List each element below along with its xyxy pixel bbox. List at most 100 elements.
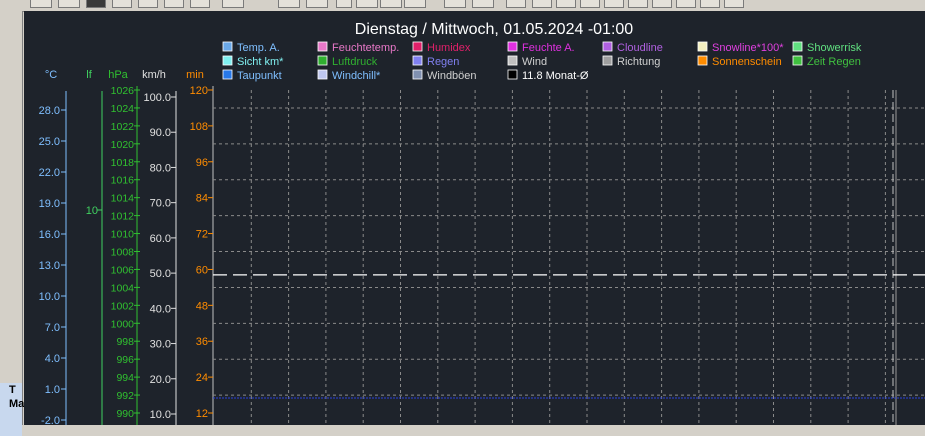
legend-swatch[interactable] bbox=[507, 55, 518, 66]
min-tick-label: 60 bbox=[196, 264, 208, 276]
legend-item-label[interactable]: Snowline*100* bbox=[712, 42, 784, 54]
hpa-tick-label: 1004 bbox=[111, 282, 135, 294]
legend-item-label[interactable]: Windböen bbox=[427, 70, 477, 82]
axis-unit-label: min bbox=[186, 69, 204, 81]
legend-item-label[interactable]: Temp. A. bbox=[237, 42, 280, 54]
min-tick-label: 12 bbox=[196, 408, 208, 420]
toolbar-new-button[interactable] bbox=[336, 0, 352, 8]
toolbar-forward-button[interactable] bbox=[306, 0, 328, 8]
hpa-tick-label: 1012 bbox=[111, 211, 135, 223]
toolbar-b1-button[interactable] bbox=[506, 0, 526, 8]
legend-item-label[interactable]: Windchill* bbox=[332, 70, 381, 82]
legend-swatch[interactable] bbox=[602, 55, 613, 66]
celsius-tick-label: 13.0 bbox=[39, 260, 60, 272]
legend-item-label[interactable]: Regen bbox=[427, 56, 459, 68]
toolbar-nav-prev-button[interactable] bbox=[58, 0, 80, 8]
legend-swatch[interactable] bbox=[317, 41, 328, 52]
min-tick-label: 36 bbox=[196, 336, 208, 348]
legend-swatch[interactable] bbox=[317, 55, 328, 66]
axis-unit-label: °C bbox=[45, 69, 57, 81]
toolbar-b9-button[interactable] bbox=[700, 0, 720, 8]
legend-item-label[interactable]: Showerrisk bbox=[807, 42, 862, 54]
legend-item-label[interactable]: Wind bbox=[522, 56, 547, 68]
toolbar-b5-button[interactable] bbox=[604, 0, 624, 8]
legend-swatch[interactable] bbox=[317, 69, 328, 80]
toolbar-nav-first-button[interactable] bbox=[30, 0, 52, 8]
legend-item-label[interactable]: Sonnenschein bbox=[712, 56, 782, 68]
legend-swatch[interactable] bbox=[412, 41, 423, 52]
legend-swatch[interactable] bbox=[697, 55, 708, 66]
toolbar-box1-button[interactable] bbox=[356, 0, 378, 8]
legend-item-label[interactable]: Sicht km* bbox=[237, 56, 284, 68]
celsius-tick-label: 10.0 bbox=[39, 291, 60, 303]
axis-unit-label: km/h bbox=[142, 69, 166, 81]
toolbar-b8-button[interactable] bbox=[676, 0, 696, 8]
hpa-tick-label: 996 bbox=[116, 354, 134, 366]
axis-unit-label: lf bbox=[86, 69, 92, 81]
legend-swatch[interactable] bbox=[507, 69, 518, 80]
legend-swatch[interactable] bbox=[697, 41, 708, 52]
toolbar-box3-button[interactable] bbox=[404, 0, 426, 8]
toolbar-minus-button[interactable] bbox=[164, 0, 184, 8]
legend-item-label[interactable]: Humidex bbox=[427, 42, 471, 54]
side-tab-label-1: T bbox=[9, 384, 16, 396]
min-tick-label: 24 bbox=[196, 372, 208, 384]
toolbar-record-button[interactable] bbox=[86, 0, 106, 8]
hpa-tick-label: 1016 bbox=[111, 175, 135, 187]
legend-item-label[interactable]: Taupunkt bbox=[237, 70, 282, 82]
toolbar-table-button[interactable] bbox=[138, 0, 158, 8]
toolbar-b10-button[interactable] bbox=[724, 0, 744, 8]
legend-swatch[interactable] bbox=[602, 41, 613, 52]
legend-swatch[interactable] bbox=[222, 69, 233, 80]
chart-title: Dienstag / Mittwoch, 01.05.2024 -01:00 bbox=[355, 21, 633, 38]
toolbar-box2-button[interactable] bbox=[380, 0, 402, 8]
toolbar-b6-button[interactable] bbox=[628, 0, 648, 8]
side-tab[interactable]: T Ma bbox=[0, 383, 24, 436]
celsius-tick-label: 25.0 bbox=[39, 136, 60, 148]
legend-item-label[interactable]: Zeit Regen bbox=[807, 56, 861, 68]
legend-item-label[interactable]: Cloudline bbox=[617, 42, 663, 54]
legend-item-label[interactable]: Luftdruck bbox=[332, 56, 378, 68]
legend-item-label[interactable]: Richtung bbox=[617, 56, 660, 68]
celsius-tick-label: 28.0 bbox=[39, 105, 60, 117]
legend-swatch[interactable] bbox=[412, 69, 423, 80]
legend-swatch[interactable] bbox=[222, 55, 233, 66]
chart-legend: Temp. A. Feuchtetemp. Humidex Feuchte A. Clo… bbox=[222, 41, 862, 82]
min-tick-label: 96 bbox=[196, 157, 208, 169]
kmh-tick-label: 80.0 bbox=[150, 162, 171, 174]
toolbar-doc-button[interactable] bbox=[190, 0, 210, 8]
legend-swatch[interactable] bbox=[507, 41, 518, 52]
legend-swatch[interactable] bbox=[792, 55, 803, 66]
toolbar-grid-button[interactable] bbox=[222, 0, 244, 8]
hpa-tick-label: 990 bbox=[116, 408, 134, 420]
legend-swatch[interactable] bbox=[412, 55, 423, 66]
min-tick-label: 48 bbox=[196, 300, 208, 312]
chart-axes: °C lf hPa km/h min 28.0 25.0 22.0 19.0 16.0 13.0 10… bbox=[39, 69, 214, 427]
hpa-tick-label: 1022 bbox=[111, 121, 135, 133]
toolbar-tbl1-button[interactable] bbox=[444, 0, 466, 8]
toolbar-b7-button[interactable] bbox=[652, 0, 672, 8]
hpa-tick-label: 1000 bbox=[111, 318, 135, 330]
legend-item-label[interactable]: Feuchte A. bbox=[522, 42, 575, 54]
toolbar-b3-button[interactable] bbox=[556, 0, 576, 8]
celsius-tick-label: 16.0 bbox=[39, 229, 60, 241]
legend-swatch[interactable] bbox=[222, 41, 233, 52]
hpa-tick-label: 1008 bbox=[111, 247, 135, 259]
celsius-tick-label: -2.0 bbox=[41, 415, 60, 425]
toolbar-b2-button[interactable] bbox=[532, 0, 552, 8]
toolbar-b4-button[interactable] bbox=[580, 0, 600, 8]
hpa-tick-label: 1020 bbox=[111, 139, 135, 151]
kmh-tick-label: 20.0 bbox=[150, 374, 171, 386]
kmh-tick-label: 90.0 bbox=[150, 127, 171, 139]
hpa-tick-label: 998 bbox=[116, 336, 134, 348]
celsius-tick-label: 4.0 bbox=[45, 353, 60, 365]
toolbar-tbl2-button[interactable] bbox=[472, 0, 494, 8]
hpa-tick-label: 1024 bbox=[111, 103, 135, 115]
weather-chart: Dienstag / Mittwoch, 01.05.2024 -01:00 T… bbox=[39, 21, 925, 432]
min-tick-label: 84 bbox=[196, 193, 208, 205]
legend-item-label[interactable]: Feuchtetemp. bbox=[332, 42, 399, 54]
toolbar-back-button[interactable] bbox=[278, 0, 300, 8]
legend-item-label[interactable]: 11.8 Monat-Ø bbox=[522, 70, 589, 82]
legend-swatch[interactable] bbox=[792, 41, 803, 52]
toolbar-open-button[interactable] bbox=[112, 0, 132, 8]
